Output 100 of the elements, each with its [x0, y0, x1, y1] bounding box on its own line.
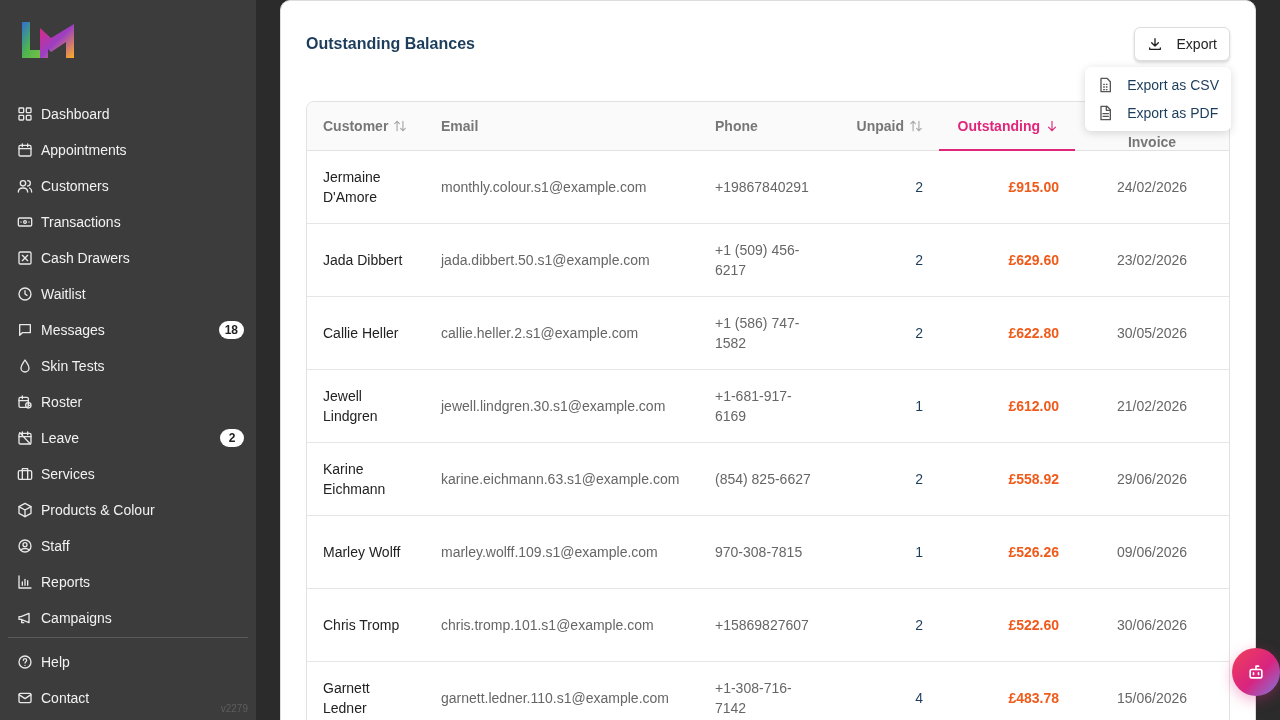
phone-cell-text: +19867840291 [715, 177, 809, 197]
nav-item[interactable]: Waitlist [8, 276, 248, 312]
email-cell: jewell.lindgren.30.s1@example.com [441, 397, 666, 414]
envelope-icon [17, 690, 33, 706]
megaphone-icon [17, 610, 33, 626]
nav-item[interactable]: Campaigns [8, 600, 248, 636]
assistant-button[interactable] [1232, 648, 1280, 696]
menu-item[interactable]: Export as CSV [1085, 71, 1231, 99]
people-icon [17, 178, 33, 194]
nav-item[interactable]: Cash Drawers [8, 240, 248, 276]
invoice-date: 09/06/2026 [1116, 543, 1188, 560]
invoice-date: 15/06/2026 [1116, 689, 1188, 706]
nav-item[interactable]: Contact [8, 680, 208, 716]
unpaid-count: 2 [915, 251, 923, 268]
column-header[interactable]: Phone [715, 117, 758, 134]
calendar-clock-icon [17, 394, 33, 410]
nav-item[interactable]: Roster [8, 384, 248, 420]
nav-item[interactable]: Transactions [8, 204, 248, 240]
column-header[interactable]: Email [441, 117, 479, 134]
outstanding-amount: £915.00 [1008, 178, 1059, 195]
email-cell: karine.eichmann.63.s1@example.com [441, 470, 680, 487]
crossed-calendar-icon [17, 430, 33, 446]
customer-name: Jermaine D'Amore [323, 168, 381, 205]
customer-name: Garnett Ledner [323, 679, 370, 716]
email-cell: jada.dibbert.50.s1@example.com [441, 251, 650, 268]
unpaid-count: 2 [915, 324, 923, 341]
outstanding-amount: £526.26 [1008, 543, 1059, 560]
count-badge: 18 [218, 321, 244, 339]
nav-item[interactable]: Products & Colour [8, 492, 248, 528]
nav-item[interactable]: Services [8, 456, 248, 492]
phone-cell-text: +1 (586) 747-1582 [715, 313, 801, 353]
phone-cell-text: +1 (509) 456-6217 [715, 240, 801, 280]
customer-name: Jewell Lindgren [323, 387, 378, 424]
nav-item[interactable]: Help [8, 644, 208, 680]
robot-icon [1246, 662, 1266, 682]
clock-icon [17, 286, 33, 302]
unpaid-count: 2 [915, 178, 923, 195]
card-title: Outstanding Balances [306, 35, 475, 53]
phone-cell-text: (854) 825-6627 [715, 469, 811, 489]
nav-item[interactable]: Skin Tests [8, 348, 248, 384]
help-icon [17, 654, 33, 670]
export-button[interactable]: Export [1133, 27, 1230, 61]
outstanding-amount: £522.60 [1008, 616, 1059, 633]
unpaid-count: 2 [915, 470, 923, 487]
box-icon [17, 502, 33, 518]
calendar-icon [17, 142, 33, 158]
customer-name: Jada Dibbert [323, 251, 403, 268]
sort-icon [393, 118, 408, 133]
logo-icon [21, 20, 77, 60]
email-cell: callie.heller.2.s1@example.com [441, 324, 639, 341]
sort-icon [909, 118, 923, 133]
email-cell: monthly.colour.s1@example.com [441, 178, 647, 195]
invoice-date: 24/02/2026 [1116, 178, 1188, 195]
nav-item[interactable]: Leave 2 [8, 420, 248, 456]
nav-item[interactable]: Reports [8, 564, 248, 600]
email-cell: chris.tromp.101.s1@example.com [441, 616, 654, 633]
banknote-icon [17, 214, 33, 230]
grid-icon [17, 106, 33, 122]
phone-cell-text: +1-681-917-6169 [715, 386, 793, 426]
outstanding-amount: £612.00 [1008, 397, 1059, 414]
email-cell: marley.wolff.109.s1@example.com [441, 543, 658, 560]
document-file-icon [1097, 105, 1114, 121]
outstanding-amount: £629.60 [1008, 251, 1059, 268]
nav-item[interactable]: Dashboard [8, 96, 248, 132]
invoice-date: 23/02/2026 [1116, 251, 1188, 268]
phone-cell-text: 970-308-7815 [715, 542, 803, 562]
chat-bubble-icon [17, 322, 33, 338]
invoice-date: 30/05/2026 [1116, 324, 1188, 341]
nav-item[interactable]: Staff [8, 528, 248, 564]
column-header[interactable]: Invoice [1127, 134, 1177, 149]
drop-icon [17, 358, 33, 374]
count-badge: 2 [220, 429, 244, 447]
unpaid-count: 2 [915, 616, 923, 633]
person-icon [17, 538, 33, 554]
invoice-date: 29/06/2026 [1116, 470, 1188, 487]
invoice-date: 30/06/2026 [1116, 616, 1188, 633]
crossed-box-icon [17, 250, 33, 266]
menu-item[interactable]: Export as PDF [1085, 99, 1231, 127]
email-cell: garnett.ledner.110.s1@example.com [441, 689, 669, 706]
spreadsheet-file-icon [1097, 77, 1114, 93]
unpaid-count: 1 [915, 397, 923, 414]
download-icon [1146, 36, 1163, 52]
customer-name: Chris Tromp [323, 616, 400, 633]
phone-cell-text: +1-308-716-7142 [715, 678, 793, 718]
invoice-date: 21/02/2026 [1116, 397, 1188, 414]
customer-name: Karine Eichmann [323, 460, 386, 497]
unpaid-count: 1 [915, 543, 923, 560]
customer-name: Marley Wolff [323, 543, 401, 560]
nav-item[interactable]: Appointments [8, 132, 248, 168]
unpaid-count: 4 [915, 689, 923, 706]
outstanding-amount: £622.80 [1008, 324, 1059, 341]
briefcase-icon [17, 466, 33, 482]
sort-down-icon [1045, 118, 1059, 133]
outstanding-amount: £483.78 [1008, 689, 1059, 706]
outstanding-amount: £558.92 [1008, 470, 1059, 487]
phone-cell-text: +15869827607 [715, 615, 809, 635]
nav-item[interactable]: Customers [8, 168, 248, 204]
nav-item[interactable]: Messages 18 [8, 312, 248, 348]
bar-chart-icon [17, 574, 33, 590]
customer-name: Callie Heller [323, 324, 399, 341]
